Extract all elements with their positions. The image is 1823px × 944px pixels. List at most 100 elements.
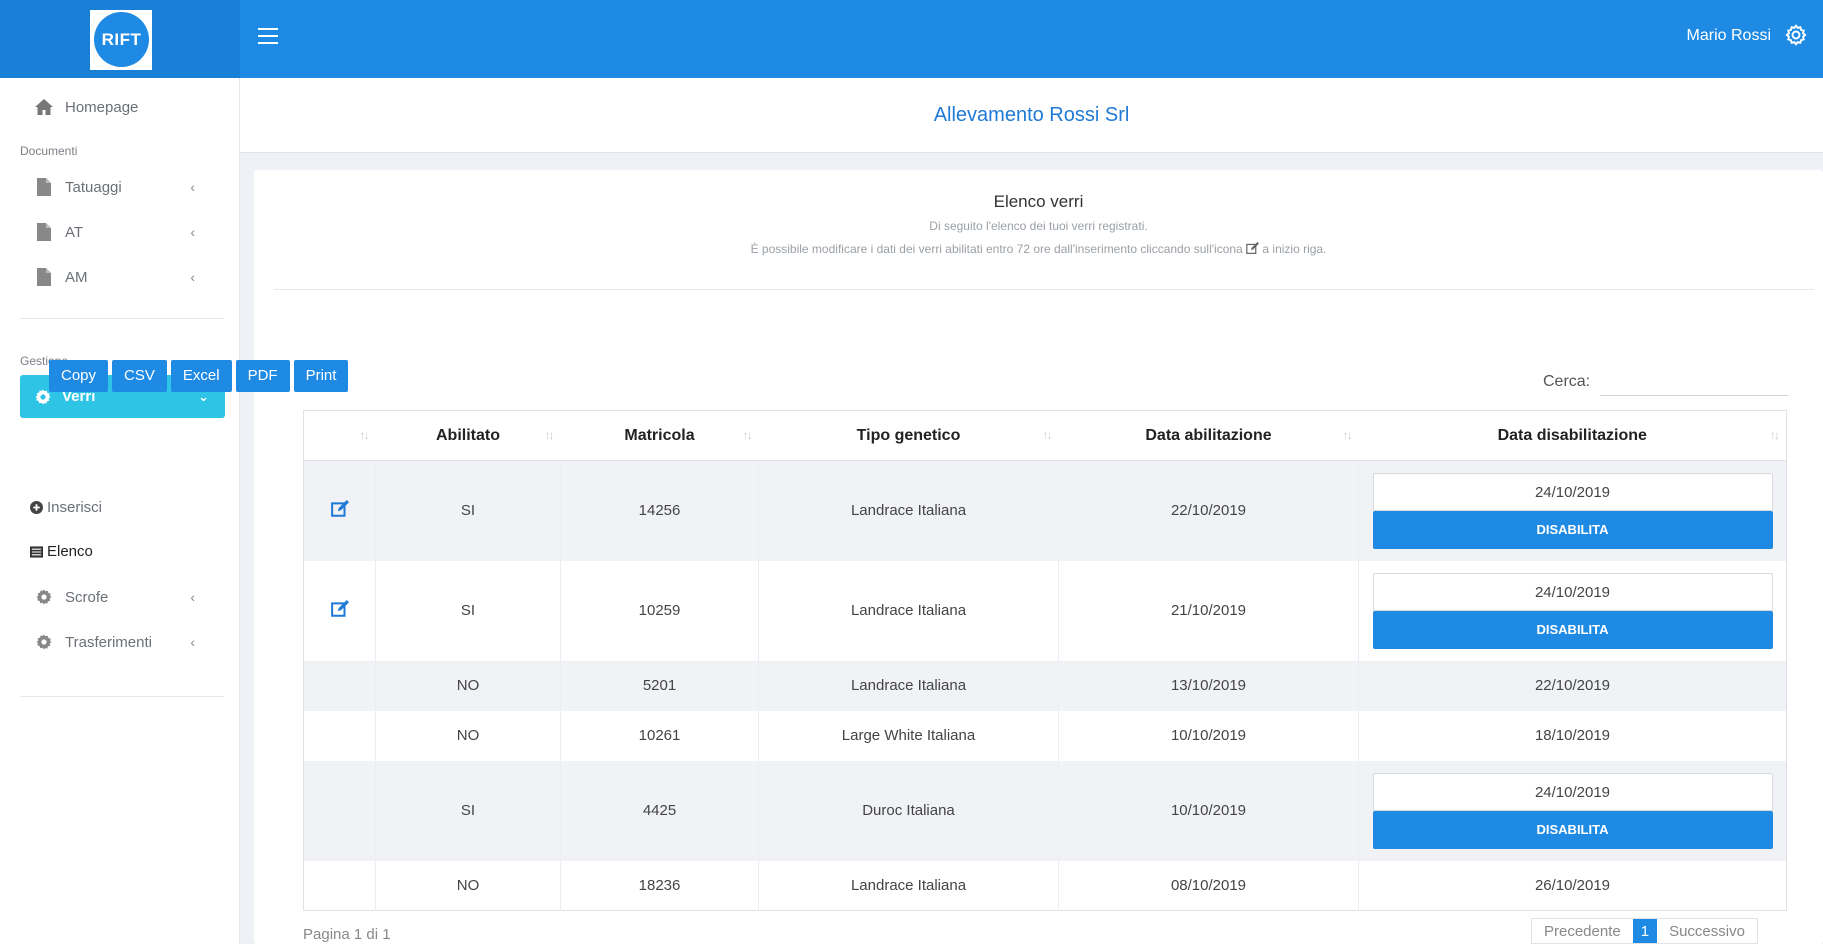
disable-date-input[interactable]: 24/10/2019	[1372, 572, 1773, 611]
sidebar-section-documents: Documenti	[20, 144, 78, 158]
cell-abilitato: SI	[375, 560, 561, 661]
column-header-actions[interactable]: ↑↓	[303, 410, 376, 461]
chevron-left-icon: ‹	[190, 634, 195, 650]
sidebar-item-scrofe[interactable]: Scrofe ‹	[0, 581, 240, 613]
card-note: È possibile modificare i dati dei verri …	[254, 242, 1823, 256]
gear-icon	[33, 631, 55, 653]
logo-area: RIFT	[0, 0, 240, 78]
pagination: Precedente 1 Successivo	[1531, 918, 1758, 944]
cell-matricola: 18236	[560, 860, 759, 911]
disable-date-input[interactable]: 24/10/2019	[1372, 472, 1773, 511]
cell-abilitato: NO	[375, 710, 561, 761]
sidebar-item-trasferimenti[interactable]: Trasferimenti ‹	[0, 626, 240, 658]
company-header: Allevamento Rossi Srl	[240, 78, 1823, 153]
table-row: NO 5201 Landrace Italiana 13/10/2019 22/…	[303, 660, 1787, 711]
sort-icon: ↑↓	[359, 428, 370, 442]
cell-data-disabilitazione: 24/10/2019 DISABILITA	[1358, 560, 1787, 661]
cell-tipo-genetico: Landrace Italiana	[758, 660, 1059, 711]
cell-tipo-genetico: Duroc Italiana	[758, 760, 1059, 861]
sidebar-subitem-inserisci[interactable]: Inserisci	[30, 499, 102, 516]
cell-data-disabilitazione: 24/10/2019 DISABILITA	[1358, 760, 1787, 861]
table-row: NO 10261 Large White Italiana 10/10/2019…	[303, 710, 1787, 761]
plus-circle-icon	[30, 501, 44, 515]
sidebar-item-label: Homepage	[65, 98, 139, 116]
cell-matricola: 14256	[560, 460, 759, 561]
menu-toggle-icon[interactable]	[258, 28, 278, 44]
sidebar-item-label: AM	[65, 268, 88, 286]
cell-data-abilitazione: 10/10/2019	[1058, 710, 1359, 761]
cell-matricola: 4425	[560, 760, 759, 861]
row-actions-cell	[303, 660, 376, 711]
sort-icon: ↑↓	[1770, 428, 1780, 442]
table-header-row: ↑↓ Abilitato ↑↓ Matricola ↑↓ Tipo genetico…	[303, 410, 1787, 461]
chevron-left-icon: ‹	[190, 589, 195, 605]
edit-icon[interactable]	[330, 499, 349, 518]
cell-data-abilitazione: 10/10/2019	[1058, 760, 1359, 861]
cell-matricola: 10259	[560, 560, 759, 661]
csv-button[interactable]: CSV	[112, 360, 167, 392]
export-buttons: Copy CSV Excel PDF Print	[49, 360, 352, 392]
search-input[interactable]	[1600, 366, 1788, 396]
table-row: SI 14256 Landrace Italiana 22/10/2019 24…	[303, 460, 1787, 561]
cell-data-abilitazione: 21/10/2019	[1058, 560, 1359, 661]
cell-abilitato: SI	[375, 760, 561, 861]
disable-date-input[interactable]: 24/10/2019	[1372, 772, 1773, 811]
cell-abilitato: NO	[375, 860, 561, 911]
row-actions-cell	[303, 560, 376, 661]
copy-button[interactable]: Copy	[49, 360, 109, 392]
cell-data-abilitazione: 08/10/2019	[1058, 860, 1359, 911]
chevron-left-icon: ‹	[190, 269, 195, 285]
disable-button[interactable]: DISABILITA	[1372, 810, 1773, 849]
column-header-tipo-genetico[interactable]: Tipo genetico ↑↓	[758, 410, 1059, 461]
document-icon	[33, 176, 55, 198]
sort-icon: ↑↓	[544, 428, 555, 442]
logo[interactable]: RIFT	[94, 12, 149, 67]
cell-abilitato: SI	[375, 460, 561, 561]
table-row: SI 4425 Duroc Italiana 10/10/2019 24/10/…	[303, 760, 1787, 861]
cell-data-disabilitazione: 26/10/2019	[1358, 860, 1787, 911]
cell-data-disabilitazione: 18/10/2019	[1358, 710, 1787, 761]
card-title: Elenco verri	[993, 192, 1084, 211]
sidebar-item-am[interactable]: AM ‹	[0, 261, 240, 293]
sidebar-item-at[interactable]: AT ‹	[0, 216, 240, 248]
excel-button[interactable]: Excel	[170, 360, 232, 392]
sidebar-item-label: Scrofe	[65, 588, 109, 606]
cell-matricola: 5201	[560, 660, 759, 711]
edit-icon	[1246, 242, 1260, 254]
disable-button[interactable]: DISABILITA	[1372, 610, 1773, 649]
row-actions-cell	[303, 860, 376, 911]
column-header-data-abilitazione[interactable]: Data abilitazione ↑↓	[1058, 410, 1359, 461]
column-header-matricola[interactable]: Matricola ↑↓	[560, 410, 759, 461]
sort-icon: ↑↓	[742, 428, 753, 442]
cell-data-abilitazione: 22/10/2019	[1058, 460, 1359, 561]
column-header-data-disabilitazione[interactable]: Data disabilitazione ↑↓	[1358, 410, 1787, 461]
print-button[interactable]: Print	[293, 360, 349, 392]
search-label: Cerca:	[1543, 373, 1591, 390]
sidebar-subitem-label: Inserisci	[47, 499, 103, 516]
cell-tipo-genetico: Landrace Italiana	[758, 460, 1059, 561]
user-name[interactable]: Mario Rossi	[1687, 27, 1771, 45]
disable-button[interactable]: DISABILITA	[1372, 510, 1773, 549]
sidebar-item-tatuaggi[interactable]: Tatuaggi ‹	[0, 171, 240, 203]
card-note-text-end: a inizio riga.	[1259, 242, 1327, 256]
page-button-current[interactable]: 1	[1632, 919, 1658, 943]
gear-icon[interactable]	[1783, 22, 1809, 48]
sort-icon: ↑↓	[1042, 428, 1053, 442]
sidebar-item-homepage[interactable]: Homepage	[0, 90, 240, 124]
column-header-abilitato[interactable]: Abilitato ↑↓	[375, 410, 561, 461]
chevron-left-icon: ‹	[190, 224, 195, 240]
edit-icon[interactable]	[330, 599, 349, 618]
sidebar-subitem-label: Elenco	[47, 543, 93, 560]
row-actions-cell	[303, 710, 376, 761]
verri-table: ↑↓ Abilitato ↑↓ Matricola ↑↓ Tipo genetico…	[303, 410, 1787, 911]
card-subtitle: Di seguito l'elenco dei tuoi verri regis…	[929, 219, 1148, 233]
cell-data-disabilitazione: 24/10/2019 DISABILITA	[1358, 460, 1787, 561]
row-actions-cell	[303, 760, 376, 861]
sidebar-subitem-elenco[interactable]: Elenco	[30, 543, 93, 560]
pdf-button[interactable]: PDF	[235, 360, 290, 392]
next-page-button[interactable]: Successivo	[1657, 919, 1757, 943]
cell-data-abilitazione: 13/10/2019	[1058, 660, 1359, 711]
cell-tipo-genetico: Large White Italiana	[758, 710, 1059, 761]
cell-abilitato: NO	[375, 660, 561, 711]
previous-page-button[interactable]: Precedente	[1532, 919, 1633, 943]
